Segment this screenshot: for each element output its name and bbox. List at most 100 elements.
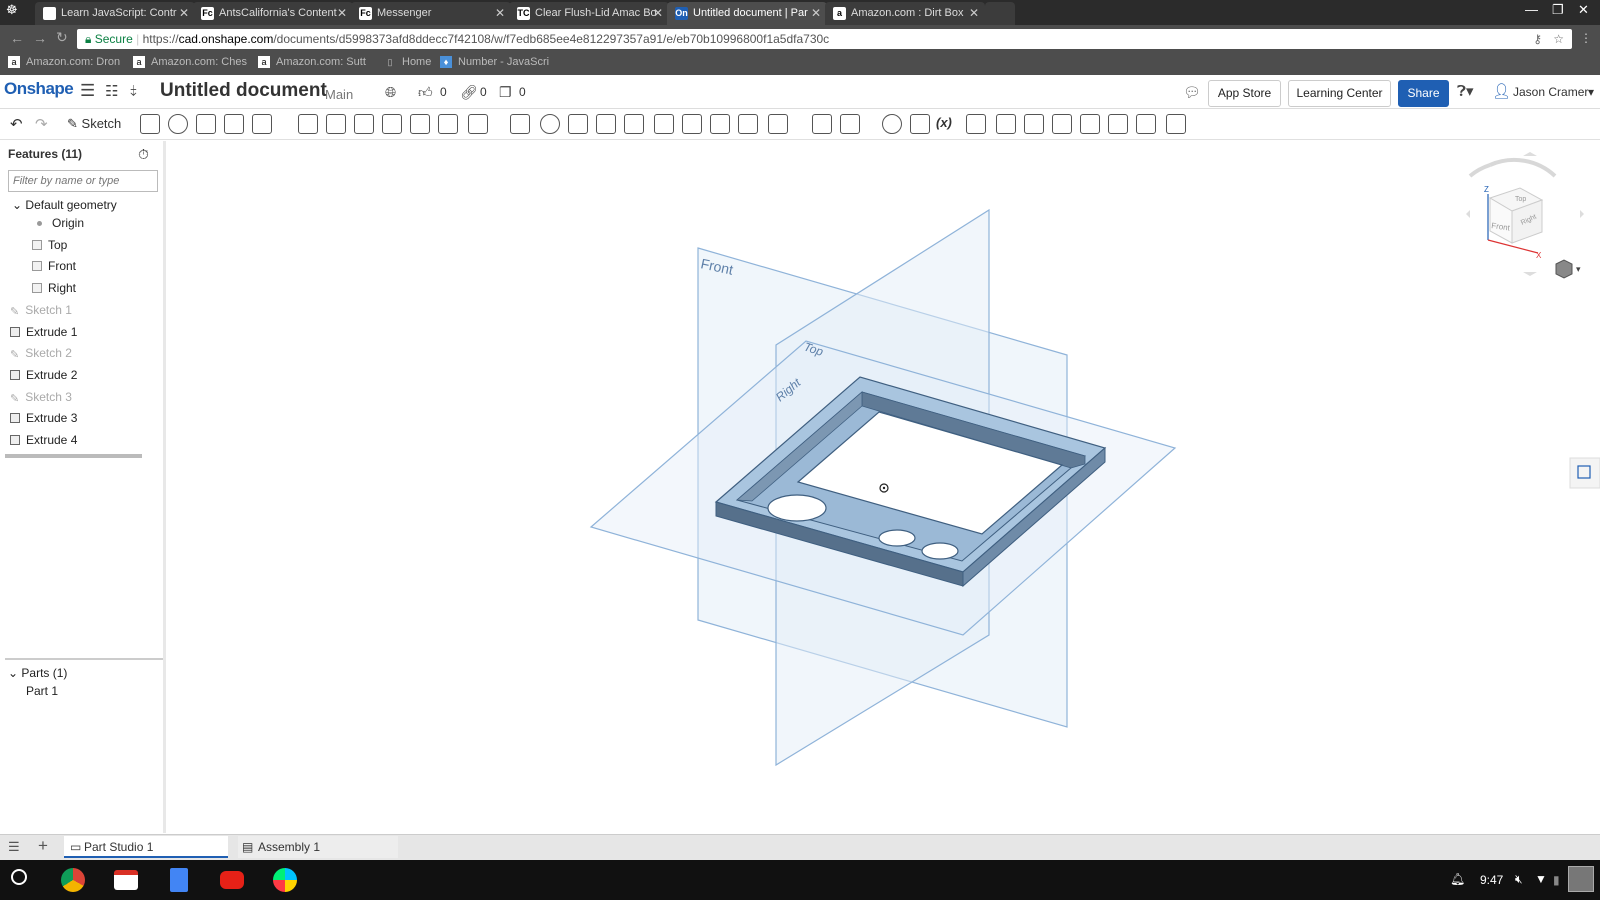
youtube-icon[interactable]	[220, 871, 244, 889]
feature-item-sketch[interactable]: ✎ Sketch 1	[10, 303, 72, 318]
browser-tab[interactable]: a Amazon.com : Dirt Box ✕	[825, 2, 985, 25]
hole-icon[interactable]	[438, 114, 458, 134]
learning-center-button[interactable]: Learning Center	[1288, 80, 1391, 107]
tab-assembly[interactable]: ▤ Assembly 1	[238, 836, 398, 858]
wifi-icon[interactable]: ▼	[1535, 872, 1547, 886]
system-clock[interactable]: 9:47	[1480, 873, 1503, 887]
shell-icon[interactable]	[410, 114, 430, 134]
link-icon[interactable]: 🔗︎	[460, 84, 478, 101]
launcher-icon[interactable]	[11, 869, 27, 885]
parts-group[interactable]: ⌄ Parts (1)	[8, 666, 67, 680]
feature-item-plane[interactable]: Front	[32, 259, 76, 273]
delete-face-icon[interactable]	[682, 114, 702, 134]
section-icon[interactable]	[910, 114, 930, 134]
flat-icon[interactable]	[1136, 114, 1156, 134]
extrude-icon[interactable]	[140, 114, 160, 134]
replace-face-icon[interactable]	[738, 114, 758, 134]
close-tab-icon[interactable]: ✕	[811, 2, 821, 24]
flange-icon[interactable]	[996, 114, 1016, 134]
view-cube[interactable]: Top Front Right Z X	[1466, 152, 1584, 276]
chamfer-icon[interactable]	[326, 114, 346, 134]
modify-fillet-icon[interactable]	[654, 114, 674, 134]
split-icon[interactable]	[568, 114, 588, 134]
add-element-icon[interactable]: +	[38, 836, 48, 856]
form-icon[interactable]	[1108, 114, 1128, 134]
panel-divider[interactable]	[5, 658, 163, 660]
display-panel-icon[interactable]	[1569, 457, 1600, 489]
tab-manager-icon[interactable]: ☰	[8, 839, 20, 855]
feature-item-extrude[interactable]: Extrude 1	[10, 325, 77, 339]
rib-icon[interactable]	[382, 114, 402, 134]
variable-icon[interactable]: (x)	[936, 115, 952, 130]
battery-icon[interactable]: ▮	[1553, 873, 1560, 887]
close-tab-icon[interactable]: ✕	[653, 2, 663, 24]
app-store-button[interactable]: App Store	[1208, 80, 1281, 107]
view-mode-icon[interactable]: ▾	[1555, 259, 1581, 279]
user-name[interactable]: Jason Cramer	[1513, 85, 1588, 99]
corner-icon[interactable]	[1052, 114, 1072, 134]
undo-icon[interactable]: ↶	[10, 115, 23, 133]
offset-surface-icon[interactable]	[768, 114, 788, 134]
url-input[interactable]: 🔒︎ Secure | https://cad.onshape.com/docu…	[77, 29, 1572, 49]
onshape-logo[interactable]: Onshape	[4, 79, 74, 99]
measure-icon[interactable]	[882, 114, 902, 134]
insert-icon[interactable]: ⤈	[130, 82, 137, 99]
user-account-avatar[interactable]	[1568, 866, 1594, 892]
bookmark[interactable]: a Amazon.com: Sutt	[258, 56, 366, 69]
feature-item-sketch[interactable]: ✎ Sketch 3	[10, 390, 72, 405]
pattern-icon[interactable]	[468, 114, 488, 134]
bookmark[interactable]: ♦ Number - JavaScri	[440, 56, 549, 69]
browser-tab[interactable]: Fc AntsCalifornia's Content ✕	[193, 2, 353, 25]
browser-tab[interactable]: Learn JavaScript: Contr ✕	[35, 2, 195, 25]
share-button[interactable]: Share	[1398, 80, 1449, 107]
redo-icon[interactable]: ↷	[35, 115, 48, 133]
sweep-icon[interactable]	[196, 114, 216, 134]
minimize-icon[interactable]: —	[1525, 2, 1538, 17]
tab-part-studio[interactable]: ▭ Part Studio 1	[64, 836, 228, 858]
fillet-icon[interactable]	[298, 114, 318, 134]
sheet-metal-icon[interactable]	[966, 114, 986, 134]
help-icon[interactable]: ❓︎▾	[1457, 82, 1474, 100]
browser-tab[interactable]: TC Clear Flush-Lid Amac Bo ✕	[509, 2, 669, 25]
transform-icon[interactable]	[596, 114, 616, 134]
feature-item-plane[interactable]: Top	[32, 238, 67, 252]
default-geometry-group[interactable]: ⌄ Default geometry	[12, 198, 117, 212]
maximize-icon[interactable]: ❐	[1552, 2, 1564, 18]
reload-icon[interactable]: ↻	[56, 29, 68, 46]
bookmark[interactable]: ▯ Home	[384, 56, 432, 68]
key-icon[interactable]: ⚷	[1533, 29, 1542, 49]
feature-item-plane[interactable]: Right	[32, 281, 76, 295]
feature-item-extrude[interactable]: Extrude 3	[10, 411, 77, 425]
mate-connector-icon[interactable]	[840, 114, 860, 134]
chrome-icon[interactable]	[61, 868, 85, 892]
back-icon[interactable]: ←	[10, 30, 24, 46]
globe-icon[interactable]: 🌐︎	[385, 84, 396, 101]
feature-item-origin[interactable]: Origin	[34, 216, 84, 230]
sketch-button[interactable]: ✎ Sketch	[67, 116, 121, 132]
menu-icon[interactable]: ⋮	[1580, 31, 1592, 45]
play-store-icon[interactable]	[273, 868, 297, 892]
user-avatar-icon[interactable]: 👤︎	[1492, 82, 1511, 100]
plane-icon[interactable]	[812, 114, 832, 134]
thicken-icon[interactable]	[252, 114, 272, 134]
feature-item-extrude[interactable]: Extrude 2	[10, 368, 77, 382]
browser-tab-active[interactable]: On Untitled document | Par ✕	[667, 2, 827, 25]
feature-list-icon[interactable]: ☷	[105, 82, 118, 100]
hamburger-menu-icon[interactable]: ☰	[80, 81, 95, 101]
feature-filter-input[interactable]	[8, 170, 158, 192]
copy-icon[interactable]: ❐	[499, 84, 512, 101]
close-tab-icon[interactable]: ✕	[495, 2, 505, 24]
notification-icon[interactable]: 🔔︎	[1450, 872, 1465, 886]
graphics-viewport[interactable]: Front Top Right Top Front Right Z X ▾	[166, 141, 1600, 834]
document-title[interactable]: Untitled document	[160, 80, 327, 102]
part-item[interactable]: Part 1	[26, 684, 58, 698]
draft-icon[interactable]	[354, 114, 374, 134]
docs-icon[interactable]	[170, 868, 188, 892]
like-icon[interactable]: 👍︎	[418, 84, 433, 101]
delete-part-icon[interactable]	[624, 114, 644, 134]
bookmark[interactable]: a Amazon.com: Ches	[133, 56, 247, 69]
mirror-icon[interactable]	[510, 114, 530, 134]
feature-panel-scrollbar[interactable]	[5, 454, 142, 458]
feature-item-sketch[interactable]: ✎ Sketch 2	[10, 346, 72, 361]
move-face-icon[interactable]	[710, 114, 730, 134]
